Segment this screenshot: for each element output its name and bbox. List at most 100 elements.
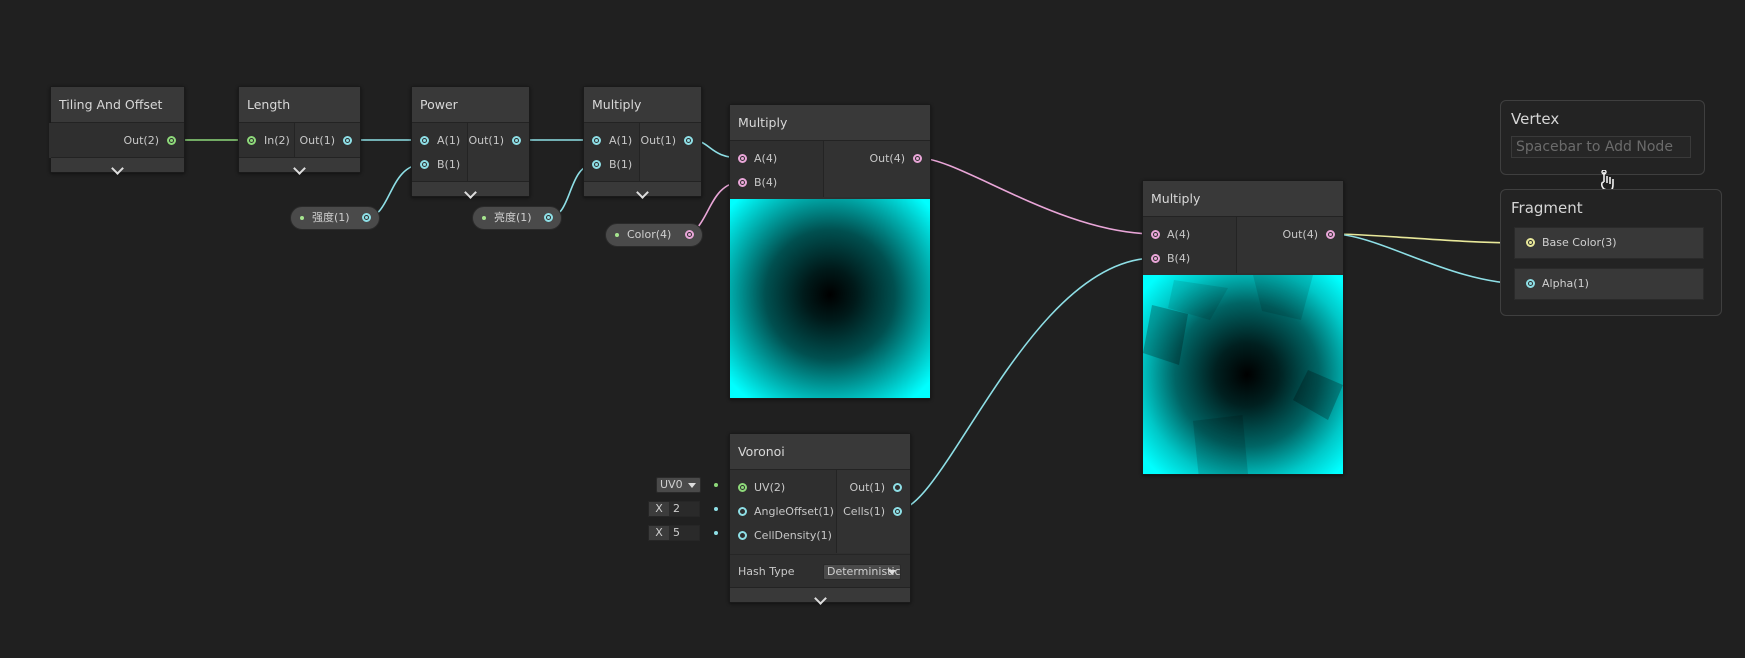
- connector-dot-icon: [714, 483, 718, 487]
- connector-dot-icon: [714, 507, 718, 511]
- input-port-angle[interactable]: [738, 507, 747, 516]
- output-port[interactable]: [1326, 230, 1335, 239]
- hash-type-row: Hash Type Deterministic: [730, 554, 910, 589]
- node-title: Voronoi: [730, 434, 910, 470]
- port-out-label: Out(1): [468, 134, 504, 147]
- input-port-b[interactable]: [592, 160, 601, 169]
- port-in-a-label: A(1): [437, 134, 461, 147]
- input-port-a[interactable]: [420, 136, 429, 145]
- node-title: Multiply: [730, 105, 930, 141]
- port-in-label: In(2): [264, 134, 290, 147]
- angle-offset-field[interactable]: X 2: [648, 501, 700, 517]
- output-port[interactable]: [913, 154, 922, 163]
- input-port-uv[interactable]: [738, 483, 747, 492]
- node-title: Multiply: [584, 87, 701, 123]
- node-title: Multiply: [1143, 181, 1343, 217]
- dropdown-arrow-icon: [888, 570, 896, 575]
- hash-type-dropdown[interactable]: Deterministic: [823, 564, 901, 580]
- port-in-a-label: A(4): [1167, 228, 1191, 241]
- output-port-out[interactable]: [893, 483, 902, 492]
- expand-button[interactable]: [412, 181, 529, 199]
- port-out-label: Out(4): [869, 152, 905, 165]
- port-out-label: Out(4): [1282, 228, 1318, 241]
- property-label: 强度(1): [312, 211, 350, 224]
- fragment-title: Fragment: [1511, 199, 1583, 217]
- input-port[interactable]: [1526, 279, 1535, 288]
- block-base-color[interactable]: Base Color(3): [1514, 227, 1704, 259]
- output-port-cells[interactable]: [893, 507, 902, 516]
- input-port-a[interactable]: [738, 154, 747, 163]
- voronoi-cell-shade: [1293, 370, 1343, 420]
- property-label: 亮度(1): [494, 211, 532, 224]
- node-power[interactable]: Power A(1) B(1) Out(1): [411, 86, 530, 199]
- output-port[interactable]: [684, 136, 693, 145]
- node-title: Length: [239, 87, 360, 123]
- output-port[interactable]: [343, 136, 352, 145]
- block-alpha[interactable]: Alpha(1): [1514, 268, 1704, 300]
- voronoi-cell-shade: [1193, 415, 1248, 474]
- uv-channel-value: UV0: [660, 478, 683, 491]
- wire-multiply2-to-multiply3: [918, 157, 1156, 235]
- node-title: Power: [412, 87, 529, 123]
- add-node-search[interactable]: Spacebar to Add Node: [1511, 136, 1691, 158]
- port-in-b-label: B(1): [437, 158, 461, 171]
- input-port-b[interactable]: [738, 178, 747, 187]
- property-brightness[interactable]: 亮度(1): [472, 206, 562, 230]
- output-port[interactable]: [167, 136, 176, 145]
- node-multiply-1[interactable]: Multiply A(1) B(1) Out(1): [583, 86, 702, 199]
- uv-channel-dropdown[interactable]: UV0: [656, 477, 701, 493]
- property-intensity[interactable]: 强度(1): [290, 206, 380, 230]
- input-port-b[interactable]: [420, 160, 429, 169]
- cell-density-field[interactable]: X 5: [648, 525, 700, 541]
- input-port-a[interactable]: [592, 136, 601, 145]
- port-out-label: Out(1): [849, 481, 885, 494]
- port-out-label: Out(1): [640, 134, 676, 147]
- input-port-density[interactable]: [738, 531, 747, 540]
- block-label: Base Color(3): [1542, 236, 1617, 249]
- node-multiply-3[interactable]: Multiply A(4) B(4) Out(4): [1142, 180, 1344, 475]
- input-port-b[interactable]: [1151, 254, 1160, 263]
- property-dot-icon: [615, 233, 619, 237]
- port-in-b-label: B(4): [754, 176, 778, 189]
- angle-offset-input[interactable]: 2: [669, 502, 699, 516]
- node-multiply-2[interactable]: Multiply A(4) B(4) Out(4): [729, 104, 931, 399]
- axis-label: X: [655, 502, 663, 515]
- port-in-b-label: B(1): [609, 158, 633, 171]
- voronoi-cell-shade: [1253, 275, 1313, 320]
- property-label: Color(4): [627, 228, 672, 241]
- output-port[interactable]: [362, 213, 371, 222]
- port-in-density-label: CellDensity(1): [754, 529, 832, 542]
- port-out-label: Out(2): [123, 134, 159, 147]
- property-dot-icon: [300, 216, 304, 220]
- hash-type-label: Hash Type: [738, 565, 795, 578]
- input-port[interactable]: [247, 136, 256, 145]
- fragment-context: Fragment Base Color(3) Alpha(1): [1500, 189, 1722, 316]
- port-in-angle-label: AngleOffset(1): [754, 505, 834, 518]
- block-label: Alpha(1): [1542, 277, 1589, 290]
- vertex-context: Vertex Spacebar to Add Node: [1500, 100, 1705, 175]
- node-tiling-and-offset[interactable]: Tiling And Offset Out(2): [49, 86, 185, 175]
- expand-button[interactable]: [51, 157, 184, 175]
- port-in-a-label: A(1): [609, 134, 633, 147]
- output-port[interactable]: [544, 213, 553, 222]
- wire-out-to-basecolor: [1331, 233, 1527, 244]
- port-out-label: Out(1): [299, 134, 335, 147]
- preview-image: [730, 199, 930, 398]
- input-port-a[interactable]: [1151, 230, 1160, 239]
- chevron-down-icon: [813, 592, 827, 605]
- port-in-b-label: B(4): [1167, 252, 1191, 265]
- chevron-down-icon: [293, 162, 306, 175]
- output-port[interactable]: [512, 136, 521, 145]
- expand-button[interactable]: [239, 157, 360, 175]
- port-in-a-label: A(4): [754, 152, 778, 165]
- node-length[interactable]: Length In(2) Out(1): [238, 86, 361, 175]
- output-port[interactable]: [685, 230, 694, 239]
- expand-button[interactable]: [730, 587, 910, 605]
- chevron-down-icon: [111, 162, 124, 175]
- property-color[interactable]: Color(4): [605, 223, 703, 247]
- input-port[interactable]: [1526, 238, 1535, 247]
- cell-density-input[interactable]: 5: [669, 526, 699, 540]
- vertex-title: Vertex: [1511, 110, 1560, 128]
- expand-button[interactable]: [584, 181, 701, 199]
- node-voronoi[interactable]: Voronoi UV(2) AngleOffset(1) CellDensity…: [729, 433, 911, 605]
